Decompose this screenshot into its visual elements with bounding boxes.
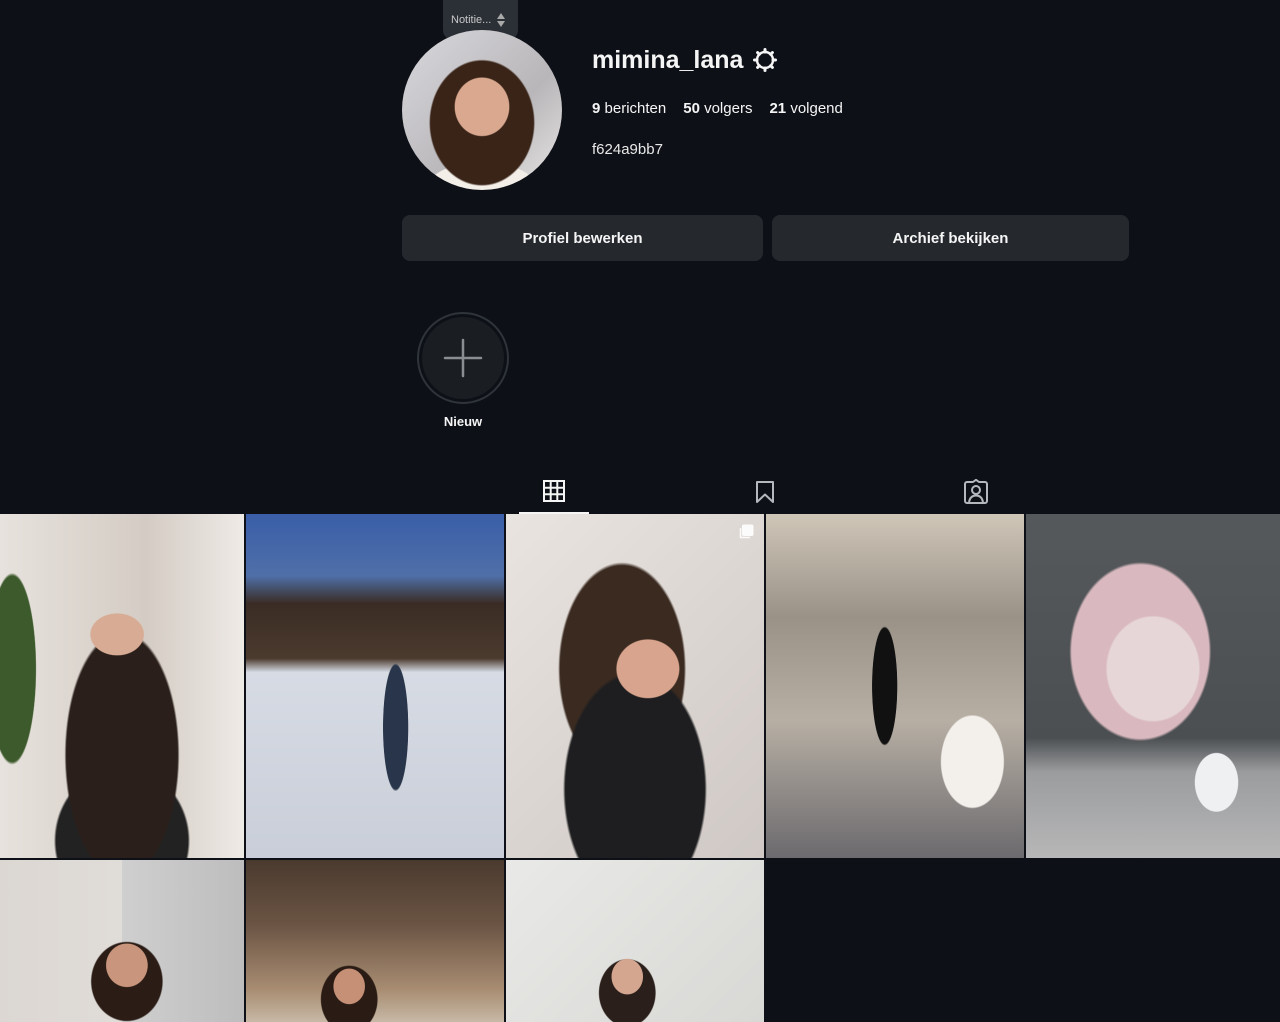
- followers-stat[interactable]: 50 volgers: [683, 100, 752, 117]
- profile-stats: 9 berichten 50 volgers 21 volgend: [592, 100, 843, 117]
- grid-icon: [543, 480, 565, 502]
- tagged-user-icon: [964, 479, 988, 504]
- carousel-icon: [739, 524, 754, 539]
- tab-posts[interactable]: [519, 470, 589, 514]
- profile-bio: f624a9bb7: [592, 141, 663, 158]
- tab-saved[interactable]: [730, 470, 800, 514]
- view-archive-button[interactable]: Archief bekijken: [772, 215, 1129, 261]
- bookmark-icon: [756, 481, 774, 503]
- post-thumbnail[interactable]: [0, 514, 244, 858]
- new-highlight-label: Nieuw: [443, 414, 483, 429]
- edit-profile-button[interactable]: Profiel bewerken: [402, 215, 763, 261]
- post-thumbnail[interactable]: [766, 514, 1024, 858]
- post-thumbnail[interactable]: [506, 860, 764, 1022]
- note-text: Notitie...: [451, 14, 492, 26]
- settings-gear-icon[interactable]: [753, 48, 777, 72]
- post-thumbnail[interactable]: [0, 860, 244, 1022]
- post-thumbnail[interactable]: [1026, 514, 1280, 858]
- profile-username: mimina_lana: [592, 46, 744, 74]
- posts-stat: 9 berichten: [592, 100, 667, 117]
- profile-tabs: [0, 470, 1280, 514]
- tab-tagged[interactable]: [941, 470, 1011, 514]
- post-thumbnail[interactable]: [246, 860, 504, 1022]
- plus-icon: [443, 338, 483, 378]
- following-stat[interactable]: 21 volgend: [769, 100, 842, 117]
- new-highlight-button[interactable]: [417, 312, 509, 404]
- note-scroll-arrows-icon[interactable]: [497, 13, 506, 27]
- post-thumbnail[interactable]: [246, 514, 504, 858]
- post-thumbnail[interactable]: [506, 514, 764, 858]
- profile-avatar[interactable]: [402, 30, 562, 190]
